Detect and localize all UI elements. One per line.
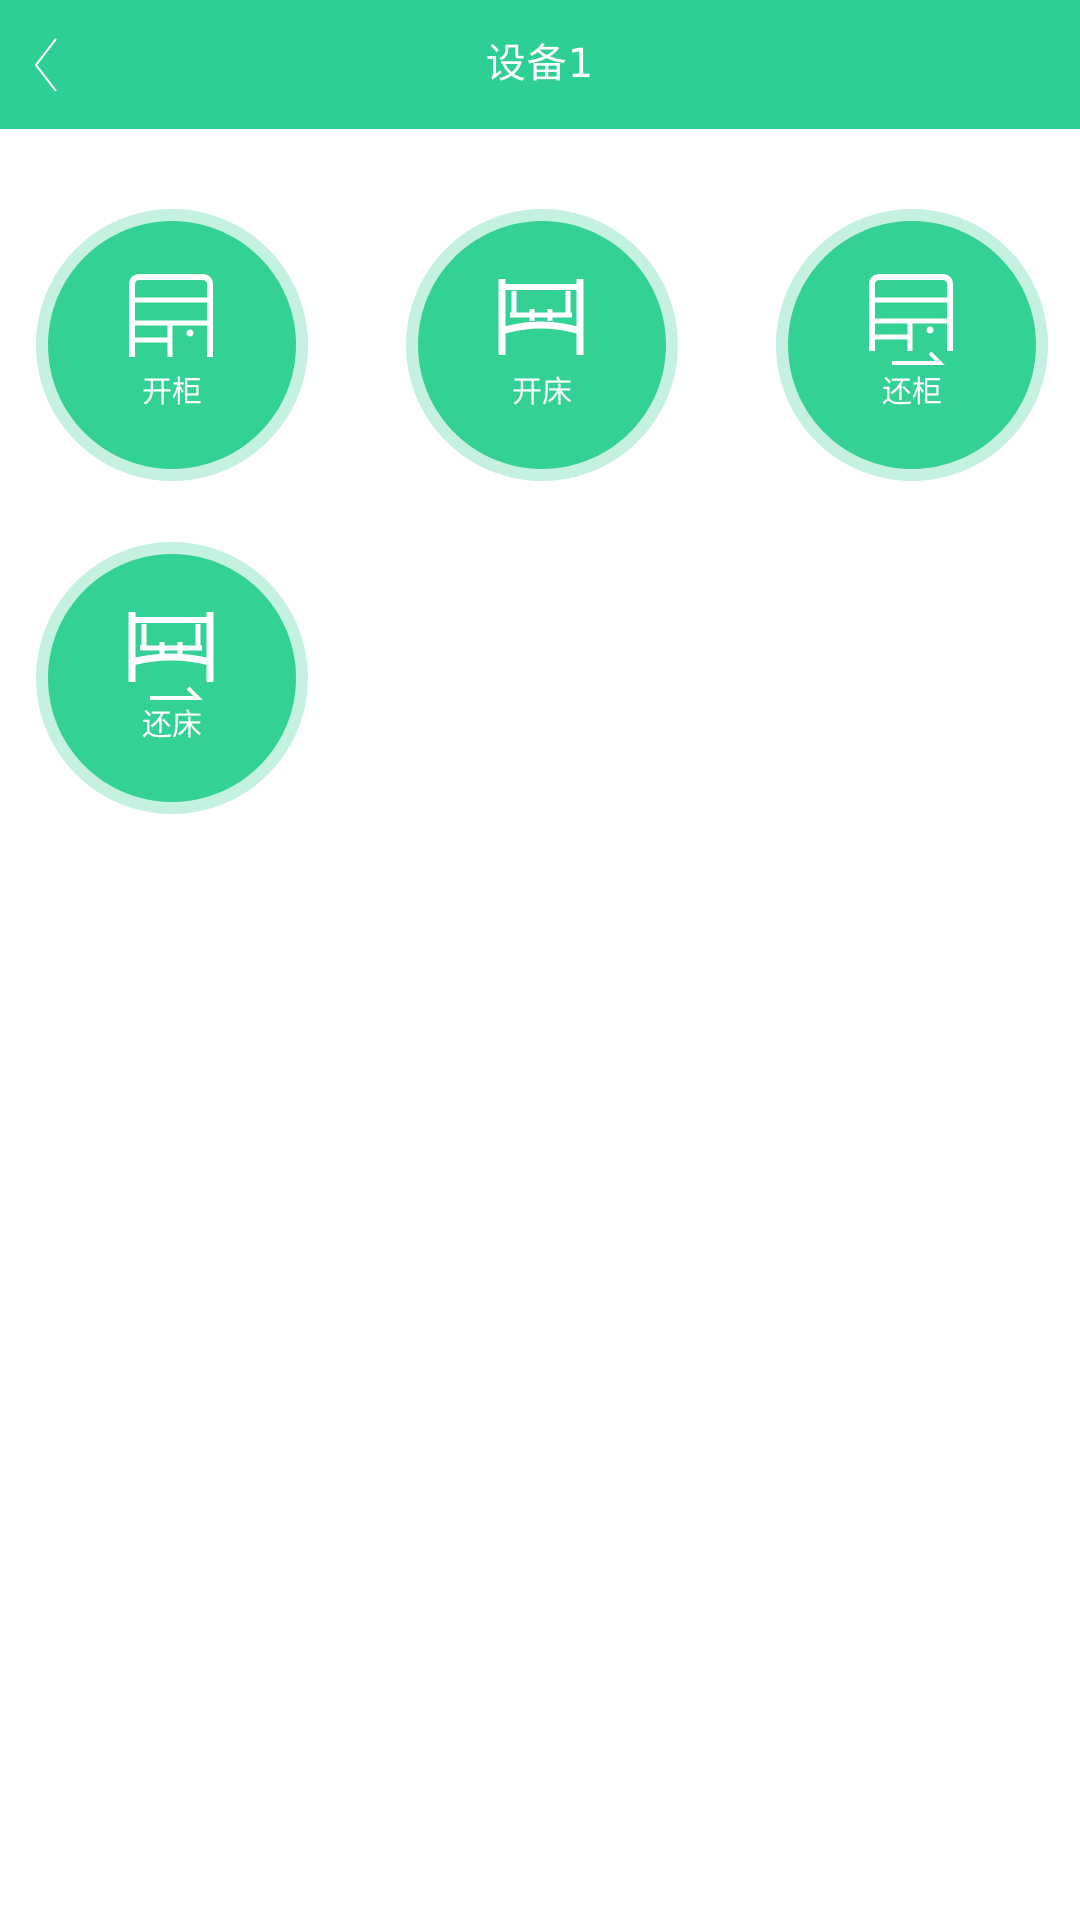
return-bed-circle: 还床 (48, 554, 296, 802)
open-bed-label: 开床 (512, 375, 572, 410)
return-bed-label: 还床 (142, 708, 202, 743)
return-cabinet-button[interactable]: 还柜 (776, 209, 1048, 481)
open-bed-button[interactable]: 开床 (406, 209, 678, 481)
return-cabinet-icon (862, 265, 962, 365)
open-cabinet-circle: 开柜 (48, 221, 296, 469)
open-cabinet-button[interactable]: 开柜 (36, 209, 308, 481)
cabinet-icon (122, 265, 222, 365)
return-bed-button[interactable]: 还床 (36, 542, 308, 814)
header-bar: 设备1 (0, 0, 1080, 129)
return-cabinet-circle: 还柜 (788, 221, 1036, 469)
page-title: 设备1 (485, 41, 595, 87)
open-bed-circle: 开床 (418, 221, 666, 469)
bed-icon (492, 265, 592, 365)
return-bed-icon (122, 598, 222, 700)
open-cabinet-label: 开柜 (142, 375, 202, 410)
return-cabinet-label: 还柜 (882, 375, 942, 410)
